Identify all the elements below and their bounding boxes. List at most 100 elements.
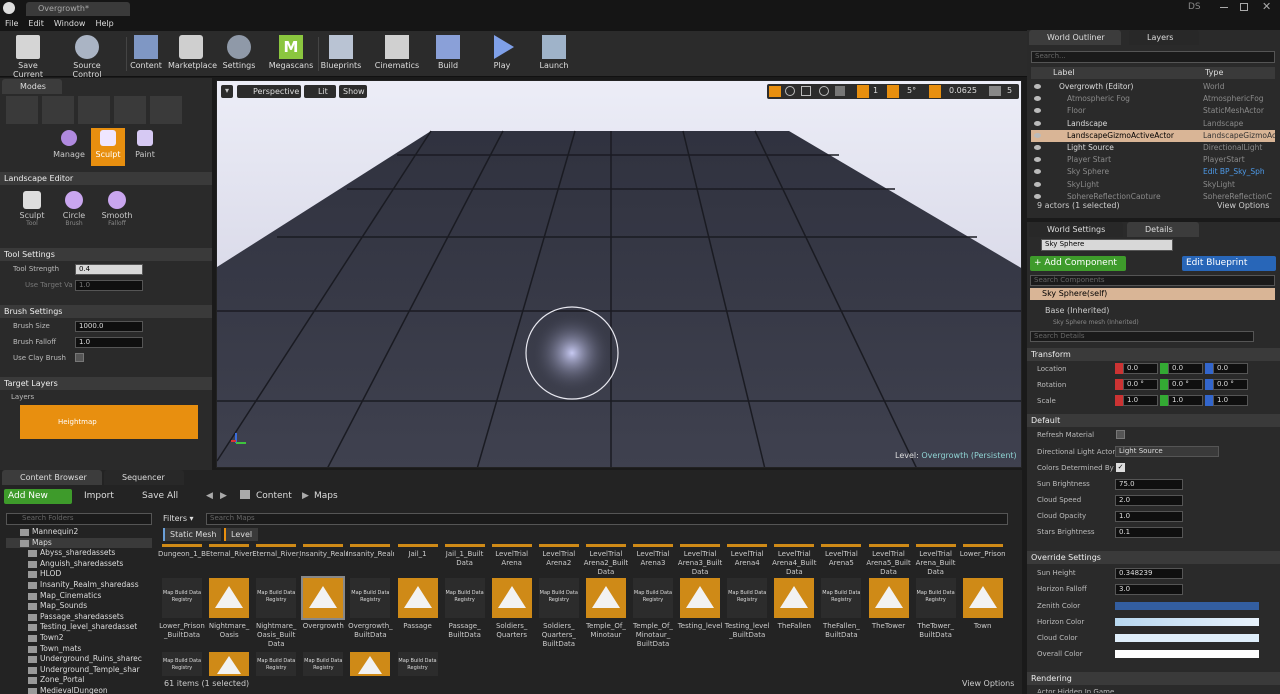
edit-blueprint-button[interactable]: Edit Blueprint xyxy=(1182,256,1276,271)
cinematics-button[interactable]: Cinematics xyxy=(374,33,420,75)
cloud-speed-field[interactable]: 2.0 xyxy=(1115,495,1183,506)
camera-speed-value[interactable]: 5 xyxy=(1007,86,1012,95)
scale-y[interactable]: 1.0 xyxy=(1168,395,1203,406)
breadcrumb-content[interactable]: Content xyxy=(256,491,292,501)
menu-window[interactable]: Window xyxy=(54,19,86,28)
filters-button[interactable]: Filters ▾ xyxy=(163,514,194,523)
rotate-icon[interactable] xyxy=(785,86,795,96)
horizon-falloff-field[interactable]: 3.0 xyxy=(1115,584,1183,595)
landscape-mode-icon[interactable] xyxy=(78,96,110,124)
asset-thumb-top[interactable] xyxy=(727,544,768,547)
add-new-button[interactable]: Add New xyxy=(4,489,72,504)
import-button[interactable]: Import xyxy=(80,489,132,504)
build-data-thumbnail[interactable]: Map Build Data Registry xyxy=(303,652,344,676)
actor-name-field[interactable]: Sky Sphere xyxy=(1041,239,1173,251)
outliner-row[interactable]: Landscape Landscape xyxy=(1031,118,1275,130)
scale-snap-value[interactable]: 0.0625 xyxy=(949,86,977,95)
build-data-thumbnail[interactable]: Map Build Data Registry xyxy=(397,652,438,676)
use-target-field[interactable]: 1.0 xyxy=(75,280,143,291)
save-all-button[interactable]: Save All xyxy=(138,489,194,504)
build-data-thumbnail[interactable]: Map Build Data Registry xyxy=(256,578,297,618)
asset-thumb-top[interactable] xyxy=(962,544,1003,547)
scale-x[interactable]: 1.0 xyxy=(1123,395,1158,406)
build-data-thumbnail[interactable]: Map Build Data Registry xyxy=(727,578,768,618)
asset-thumb-top[interactable] xyxy=(633,544,673,547)
grid-snap-icon[interactable] xyxy=(857,85,869,98)
asset-thumb-top[interactable] xyxy=(821,544,862,547)
folder-item[interactable]: Anguish_sharedassets xyxy=(6,559,152,569)
angle-snap-value[interactable]: 5° xyxy=(907,86,916,95)
visibility-eye-icon[interactable] xyxy=(1034,84,1041,89)
add-component-button[interactable]: + Add Component xyxy=(1030,256,1126,271)
tab-details[interactable]: Details xyxy=(1127,222,1199,237)
map-asset-thumbnail[interactable] xyxy=(209,652,250,676)
content-button[interactable]: Content xyxy=(130,33,162,75)
outliner-row[interactable]: SkyLight SkyLight xyxy=(1031,179,1275,191)
minimize-button[interactable] xyxy=(1220,7,1228,8)
tab-layers[interactable]: Layers xyxy=(1129,30,1199,45)
visibility-eye-icon[interactable] xyxy=(1034,169,1041,175)
sky-sphere-mesh-row[interactable]: Sky Sphere mesh (Inherited) xyxy=(1053,319,1139,326)
stars-brightness-field[interactable]: 0.1 xyxy=(1115,527,1183,538)
visibility-eye-icon[interactable] xyxy=(1034,96,1041,102)
folder-item[interactable]: Passage_sharedassets xyxy=(6,612,152,622)
search-details-input[interactable]: Search Details xyxy=(1030,331,1254,342)
tab-modes[interactable]: Modes xyxy=(2,79,62,94)
map-asset-thumbnail[interactable] xyxy=(209,578,250,618)
menu-help[interactable]: Help xyxy=(95,19,113,28)
play-button[interactable]: Play xyxy=(486,33,518,75)
build-data-thumbnail[interactable]: Map Build Data Registry xyxy=(162,578,202,618)
build-data-thumbnail[interactable]: Map Build Data Registry xyxy=(256,652,297,676)
save-current-button[interactable]: Save Current xyxy=(4,33,52,79)
smooth-falloff-tool[interactable]: Smooth Falloff xyxy=(100,191,134,227)
marketplace-button[interactable]: Marketplace xyxy=(168,33,217,75)
map-asset-thumbnail[interactable] xyxy=(397,578,438,618)
brush-size-field[interactable]: 1000.0 xyxy=(75,321,143,332)
circle-brush-tool[interactable]: Circle Brush xyxy=(58,191,90,227)
location-y[interactable]: 0.0 xyxy=(1168,363,1203,374)
asset-thumb-top[interactable] xyxy=(444,544,485,547)
static-mesh-filter-chip[interactable]: Static Mesh xyxy=(163,528,221,541)
colors-determined-checkbox[interactable]: ✓ xyxy=(1116,463,1125,472)
asset-thumb-top[interactable] xyxy=(303,544,344,547)
asset-thumb-top[interactable] xyxy=(680,544,721,547)
lit-button[interactable]: Lit xyxy=(304,85,336,98)
world-space-icon[interactable] xyxy=(819,86,829,96)
asset-thumb-top[interactable] xyxy=(491,544,532,547)
foliage-mode-icon[interactable] xyxy=(114,96,146,124)
settings-button[interactable]: Settings xyxy=(222,33,256,75)
viewport[interactable]: ▾ Perspective Lit Show 1 5° 0.0625 5 Lev… xyxy=(216,80,1022,468)
outliner-row[interactable]: LandscapeGizmoActiveActor LandscapeGizmoA… xyxy=(1031,129,1275,142)
asset-thumb-top[interactable] xyxy=(868,544,909,547)
outliner-row[interactable]: Player Start PlayerStart xyxy=(1031,154,1275,166)
build-data-thumbnail[interactable]: Map Build Data Registry xyxy=(444,578,485,618)
rotation-x[interactable]: 0.0 ° xyxy=(1123,379,1158,390)
directional-light-dropdown[interactable]: Light Source xyxy=(1115,446,1219,457)
visibility-eye-icon[interactable] xyxy=(1034,145,1041,150)
base-inherited-row[interactable]: Base (Inherited) xyxy=(1045,306,1109,315)
clay-brush-checkbox[interactable] xyxy=(75,353,84,362)
cloud-color-swatch[interactable] xyxy=(1115,634,1259,642)
scale-snap-icon[interactable] xyxy=(929,85,941,98)
show-button[interactable]: Show xyxy=(339,85,367,98)
visibility-eye-icon[interactable] xyxy=(1034,193,1041,199)
cloud-opacity-field[interactable]: 1.0 xyxy=(1115,511,1183,522)
map-asset-thumbnail[interactable] xyxy=(350,652,391,676)
folder-item[interactable]: Zone_Portal xyxy=(6,675,152,685)
location-z[interactable]: 0.0 xyxy=(1213,363,1248,374)
map-asset-thumbnail[interactable] xyxy=(680,578,721,618)
folder-item[interactable]: Underground_Ruins_sharec xyxy=(6,654,152,664)
back-icon[interactable]: ◀ xyxy=(206,491,213,501)
menu-file[interactable]: File xyxy=(5,19,18,28)
asset-thumb-top[interactable] xyxy=(585,544,626,547)
rotation-y[interactable]: 0.0 ° xyxy=(1168,379,1203,390)
outliner-row[interactable]: SphereReflectionCapture SphereReflectionC xyxy=(1031,191,1275,199)
folder-item[interactable]: Maps xyxy=(6,537,152,548)
build-data-thumbnail[interactable]: Map Build Data Registry xyxy=(162,652,202,676)
breadcrumb-maps[interactable]: Maps xyxy=(314,491,338,501)
type-column[interactable]: Type xyxy=(1205,67,1223,79)
visibility-eye-icon[interactable] xyxy=(1034,108,1041,114)
folder-item[interactable]: Abyss_sharedassets xyxy=(6,548,152,558)
folder-item[interactable]: Map_Cinematics xyxy=(6,591,152,601)
asset-thumb-top[interactable] xyxy=(397,544,438,547)
